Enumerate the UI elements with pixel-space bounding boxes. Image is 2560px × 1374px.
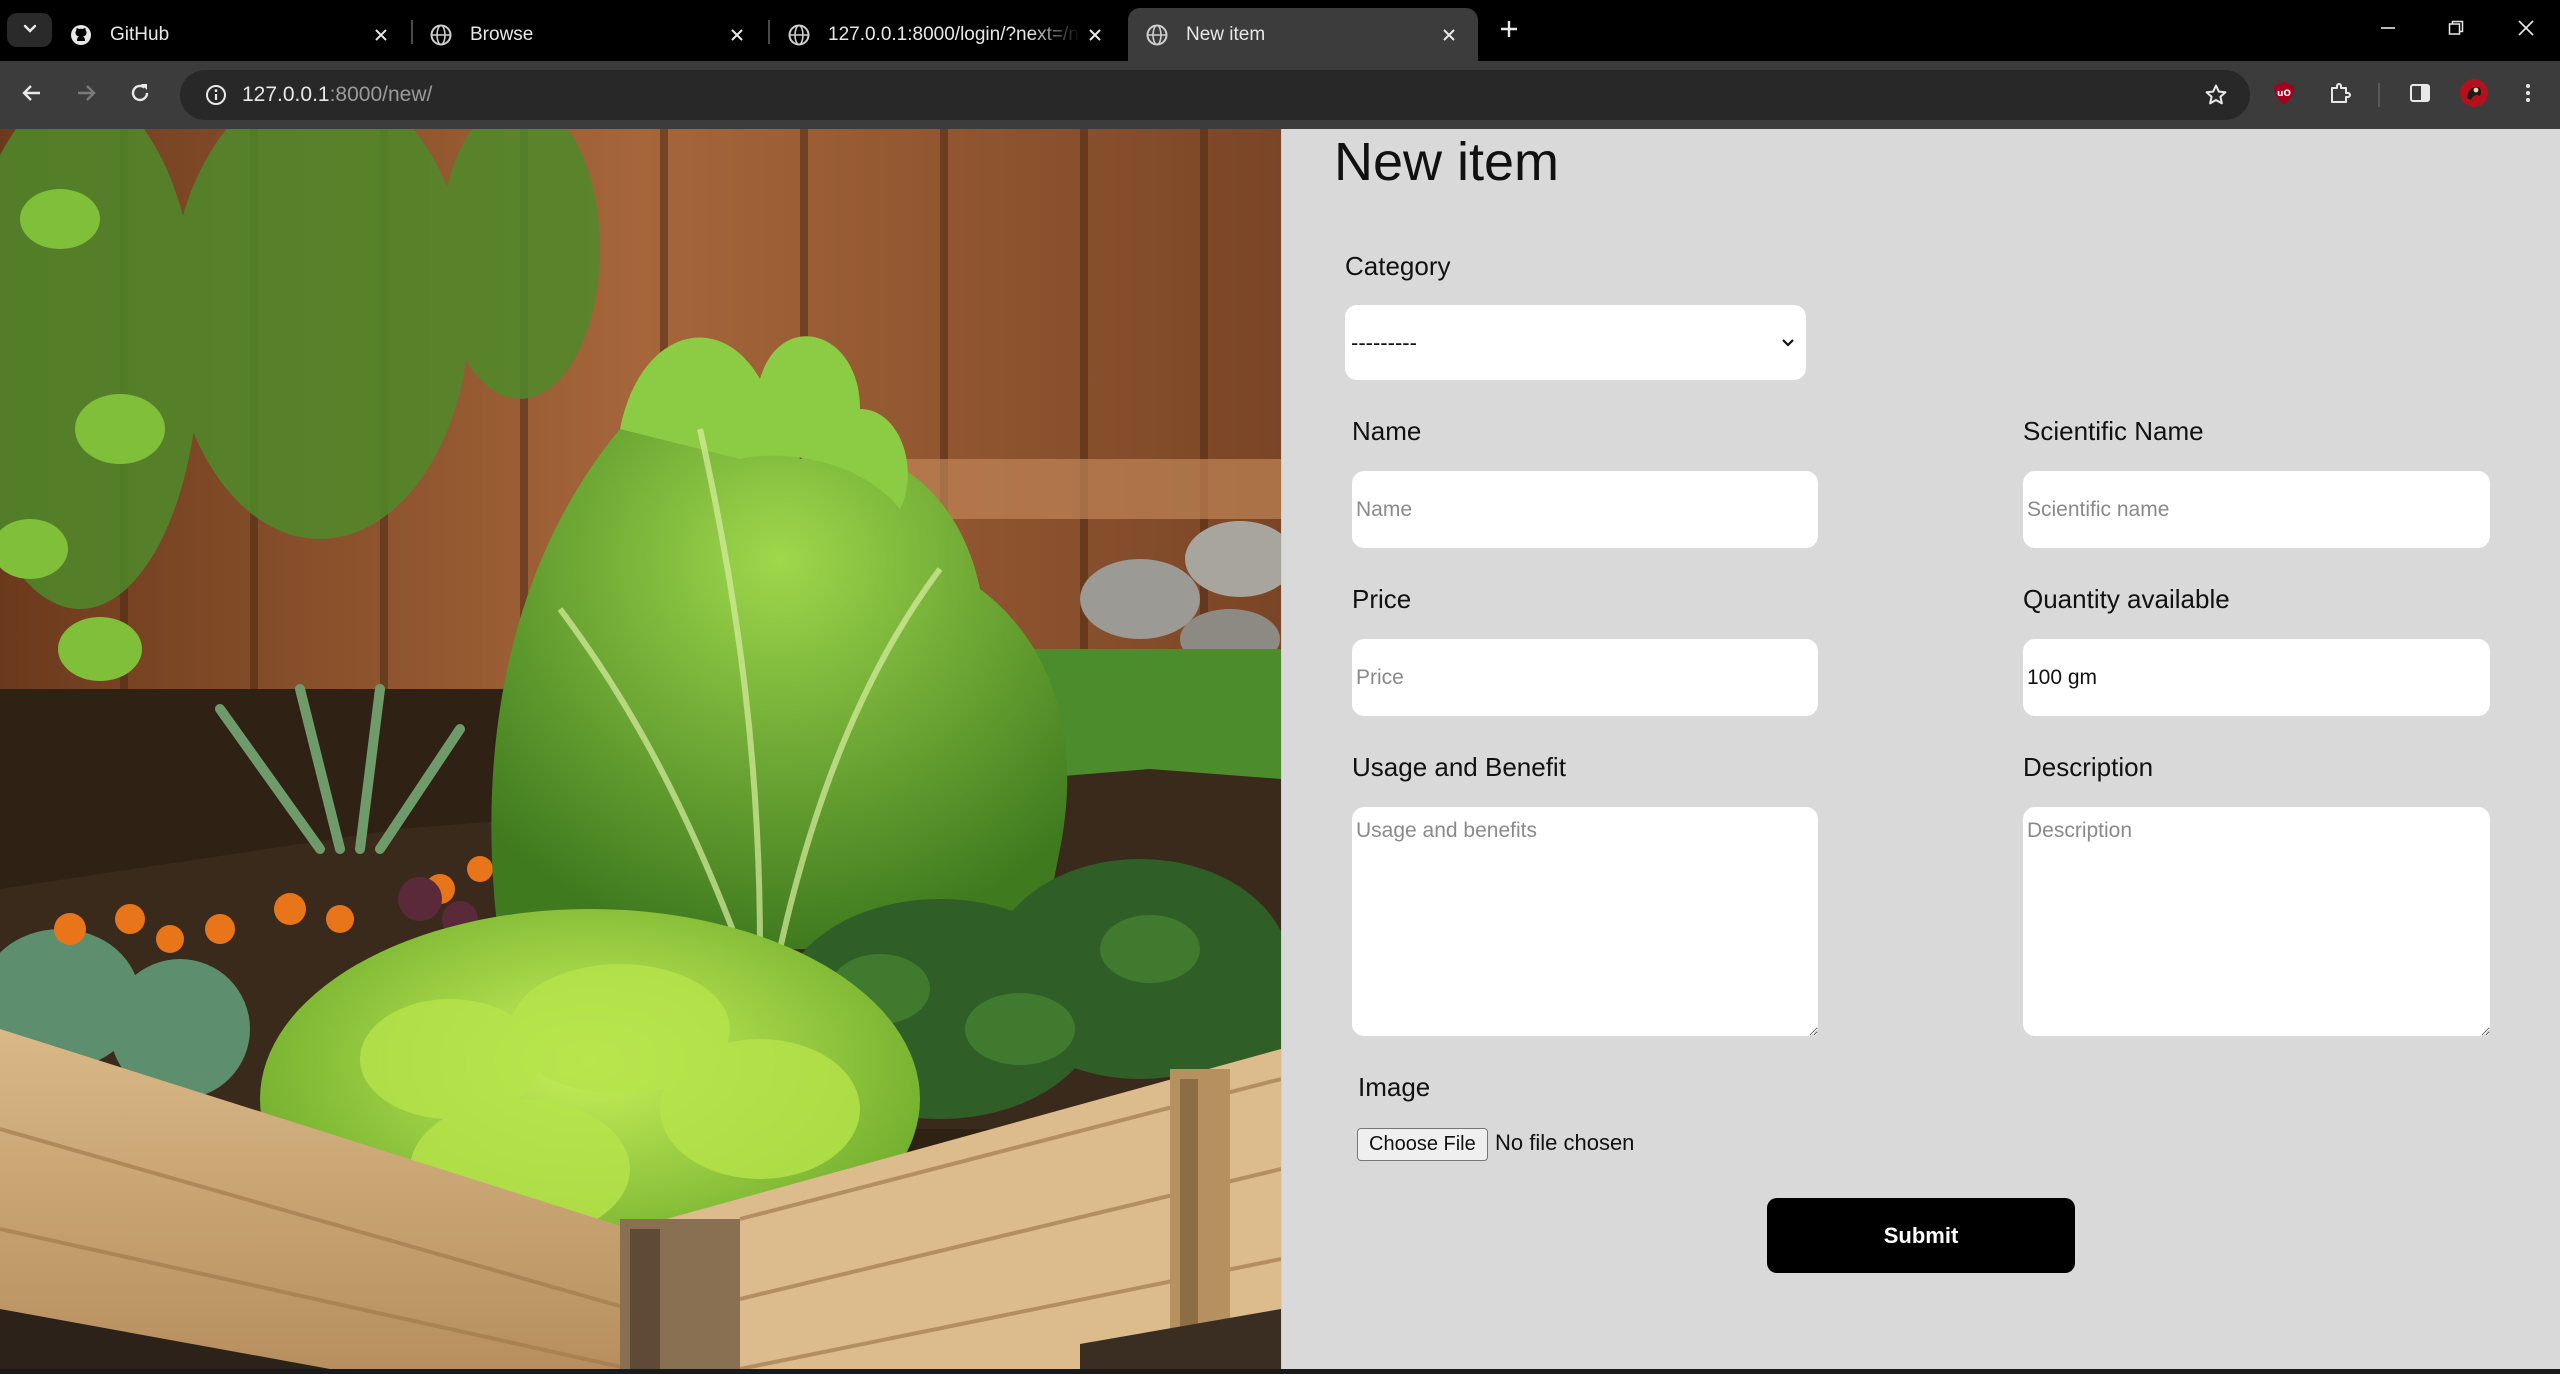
side-panel-button[interactable] bbox=[2400, 75, 2440, 115]
extensions-button[interactable] bbox=[2320, 75, 2360, 115]
profile-avatar[interactable] bbox=[2454, 75, 2494, 115]
category-selected-value: --------- bbox=[1351, 329, 1417, 355]
reload-button[interactable] bbox=[120, 75, 160, 115]
restore-icon bbox=[2447, 19, 2465, 42]
tab-github[interactable]: GitHub bbox=[52, 8, 410, 61]
forward-button[interactable] bbox=[66, 75, 106, 115]
globe-icon bbox=[430, 24, 452, 46]
browser-menu-button[interactable] bbox=[2508, 75, 2548, 115]
close-icon[interactable] bbox=[1434, 20, 1464, 50]
shield-icon: uO bbox=[2271, 80, 2297, 111]
plus-icon bbox=[1499, 19, 1519, 44]
tab-title: 127.0.0.1:8000/login/?next=/new/ bbox=[828, 23, 1080, 45]
scientific-name-label: Scientific Name bbox=[2023, 416, 2204, 446]
name-input[interactable] bbox=[1352, 471, 1818, 548]
arrow-right-icon bbox=[74, 81, 98, 110]
reload-icon bbox=[128, 81, 152, 110]
choose-file-button[interactable]: Choose File bbox=[1357, 1128, 1488, 1161]
more-vertical-icon bbox=[2516, 81, 2540, 110]
toolbar-separator bbox=[2378, 83, 2380, 107]
site-info-icon[interactable] bbox=[190, 70, 242, 120]
window-bottom-edge bbox=[0, 1369, 2560, 1374]
usage-textarea[interactable] bbox=[1352, 807, 1818, 1036]
globe-icon bbox=[1146, 24, 1168, 46]
category-label: Category bbox=[1345, 251, 1451, 281]
name-label: Name bbox=[1352, 416, 1422, 446]
garden-hero-image bbox=[0, 129, 1281, 1369]
url-host: 127.0.0.1 bbox=[242, 83, 330, 106]
price-label: Price bbox=[1352, 584, 1412, 614]
image-label: Image bbox=[1358, 1072, 1431, 1102]
tab-title: Browse bbox=[470, 23, 534, 45]
page-viewport: New item Category --------- Name Scienti… bbox=[0, 129, 2560, 1369]
puzzle-icon bbox=[2328, 81, 2352, 110]
page-title: New item bbox=[1334, 132, 1560, 192]
submit-button[interactable]: Submit bbox=[1767, 1198, 2075, 1273]
avatar-icon bbox=[2459, 78, 2489, 113]
new-tab-button[interactable] bbox=[1492, 14, 1526, 48]
window-close-button[interactable] bbox=[2504, 10, 2548, 50]
minimize-button[interactable] bbox=[2366, 10, 2410, 50]
new-item-form: New item Category --------- Name Scienti… bbox=[1281, 129, 2560, 1369]
github-icon bbox=[70, 24, 92, 46]
svg-text:uO: uO bbox=[2277, 89, 2291, 99]
tab-search-button[interactable] bbox=[7, 13, 52, 47]
back-button[interactable] bbox=[12, 75, 52, 115]
close-icon[interactable] bbox=[722, 20, 752, 50]
url-text: 127.0.0.1:8000/new/ bbox=[242, 83, 432, 107]
address-bar[interactable]: 127.0.0.1:8000/new/ bbox=[180, 70, 2250, 120]
chevron-down-icon bbox=[21, 19, 39, 42]
close-icon[interactable] bbox=[1080, 20, 1110, 50]
description-textarea[interactable] bbox=[2023, 807, 2490, 1036]
scientific-name-input[interactable] bbox=[2023, 471, 2490, 548]
globe-icon bbox=[788, 24, 810, 46]
restore-button[interactable] bbox=[2434, 10, 2478, 50]
tab-title: New item bbox=[1186, 23, 1266, 45]
tab-browse[interactable]: Browse bbox=[412, 8, 766, 61]
quantity-label: Quantity available bbox=[2023, 584, 2230, 614]
price-input[interactable] bbox=[1352, 639, 1818, 716]
quantity-input[interactable] bbox=[2023, 639, 2490, 716]
tab-login[interactable]: 127.0.0.1:8000/login/?next=/new/ bbox=[770, 8, 1124, 61]
close-icon bbox=[2517, 19, 2535, 42]
arrow-left-icon bbox=[20, 81, 44, 110]
browser-toolbar: 127.0.0.1:8000/new/ uO bbox=[0, 61, 2560, 129]
close-icon[interactable] bbox=[366, 20, 396, 50]
ublock-extension-button[interactable]: uO bbox=[2264, 75, 2304, 115]
tab-new-item[interactable]: New item bbox=[1128, 8, 1478, 61]
bookmark-star-icon[interactable] bbox=[2196, 75, 2236, 115]
minimize-icon bbox=[2379, 19, 2397, 42]
category-select[interactable]: --------- bbox=[1345, 305, 1806, 380]
tab-strip: GitHub Browse 127.0.0.1:8000/login/?next… bbox=[0, 0, 2560, 61]
tab-title: GitHub bbox=[110, 23, 170, 45]
url-path: :8000/new/ bbox=[329, 83, 433, 106]
description-label: Description bbox=[2023, 752, 2154, 782]
side-panel-icon bbox=[2408, 81, 2432, 110]
file-status: No file chosen bbox=[1495, 1130, 1635, 1155]
chevron-down-icon bbox=[1780, 330, 1796, 356]
usage-label: Usage and Benefit bbox=[1352, 752, 1566, 782]
